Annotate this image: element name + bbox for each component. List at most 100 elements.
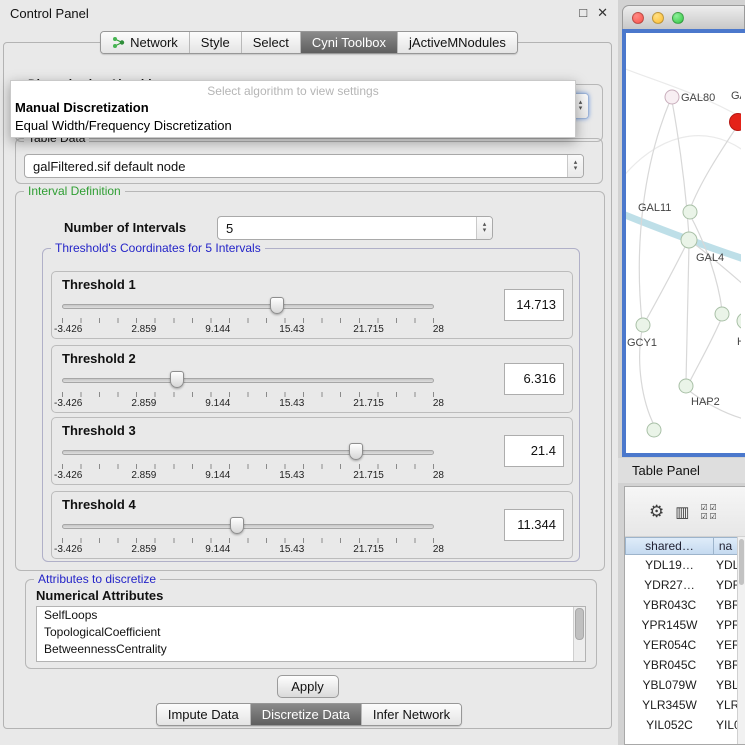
control-panel-titlebar[interactable]: Control Panel □ ✕ bbox=[0, 0, 618, 26]
cell[interactable]: YPR145W bbox=[625, 618, 714, 632]
node-gal4[interactable] bbox=[681, 232, 697, 248]
node-gcy1[interactable] bbox=[636, 318, 650, 332]
table-panel-titlebar[interactable]: Table Panel bbox=[618, 458, 745, 483]
slider-track[interactable] bbox=[62, 524, 434, 529]
scrollbar-thumb[interactable] bbox=[575, 608, 584, 640]
tab-select[interactable]: Select bbox=[241, 32, 300, 53]
cell[interactable]: YBL0 bbox=[714, 678, 738, 692]
node-label: GCY1 bbox=[627, 337, 657, 349]
scrollbar-thumb[interactable] bbox=[739, 539, 744, 585]
network-edges bbox=[639, 101, 741, 425]
cell[interactable]: YIL052C bbox=[625, 718, 714, 732]
cell[interactable]: YER0 bbox=[714, 638, 738, 652]
checkbox-icon: ☑ bbox=[700, 503, 709, 512]
close-button[interactable] bbox=[632, 12, 644, 24]
node-unlabeled[interactable] bbox=[715, 307, 729, 321]
threshold-value-field[interactable]: 6.316 bbox=[504, 363, 564, 395]
tab-impute-data[interactable]: Impute Data bbox=[157, 704, 250, 725]
slider-thumb[interactable] bbox=[270, 297, 284, 314]
threshold-slider[interactable] bbox=[62, 296, 434, 316]
dropdown-item-equal-width[interactable]: Equal Width/Frequency Discretization bbox=[11, 117, 575, 135]
cell[interactable]: YBL079W bbox=[625, 678, 714, 692]
slider-track[interactable] bbox=[62, 378, 434, 383]
network-canvas[interactable]: GAL80 GA GAL11 GAL4 GCY1 H HAP2 bbox=[622, 29, 745, 457]
cell[interactable]: YBR045C bbox=[625, 658, 714, 672]
table-scrollbar[interactable] bbox=[737, 537, 745, 744]
select-all-icon[interactable]: ☑ ☑ ☑ ☑ bbox=[700, 503, 718, 521]
column-header-name[interactable]: na bbox=[714, 537, 738, 555]
close-panel-icon[interactable]: ✕ bbox=[597, 5, 608, 21]
threshold-slider[interactable] bbox=[62, 516, 434, 536]
cell[interactable]: YIL0 bbox=[714, 718, 738, 732]
minimize-button[interactable] bbox=[652, 12, 664, 24]
tab-infer-network[interactable]: Infer Network bbox=[361, 704, 461, 725]
list-scrollbar[interactable] bbox=[573, 607, 585, 661]
threshold-value-field[interactable]: 21.4 bbox=[504, 435, 564, 467]
table-row[interactable]: YDR27…YDR2 bbox=[625, 575, 738, 595]
apply-button[interactable]: Apply bbox=[277, 675, 339, 698]
table-row[interactable]: YIL052CYIL0 bbox=[625, 715, 738, 735]
list-item[interactable]: SelfLoops bbox=[37, 607, 585, 624]
column-header-shared-name[interactable]: shared… bbox=[625, 537, 714, 555]
cell[interactable]: YDR27… bbox=[625, 578, 714, 592]
tab-jactivemnodules[interactable]: jActiveMNodules bbox=[397, 32, 517, 53]
node-gal11[interactable] bbox=[683, 205, 697, 219]
cell[interactable]: YDR2 bbox=[714, 578, 738, 592]
tab-network[interactable]: Network bbox=[101, 32, 189, 53]
cell[interactable]: YLR3 bbox=[714, 698, 738, 712]
table-row[interactable]: YBR043CYBR0 bbox=[625, 595, 738, 615]
table-row[interactable]: YPR145WYPR1 bbox=[625, 615, 738, 635]
threshold-panel: Threshold 3 -3.426 2.859 9.144 15.43 21.… bbox=[51, 417, 573, 485]
columns-icon[interactable]: ▥ bbox=[675, 503, 689, 521]
threshold-slider[interactable] bbox=[62, 442, 434, 462]
slider-track[interactable] bbox=[62, 450, 434, 455]
node-unlabeled[interactable] bbox=[647, 423, 661, 437]
tab-discretize-data[interactable]: Discretize Data bbox=[250, 704, 361, 725]
node-gal80[interactable] bbox=[665, 90, 679, 104]
slider-track[interactable] bbox=[62, 304, 434, 309]
table-row[interactable]: YDL19…YDL1 bbox=[625, 555, 738, 575]
threshold-slider[interactable] bbox=[62, 370, 434, 390]
slider-scale: -3.426 2.859 9.144 15.43 21.715 28 bbox=[54, 324, 444, 335]
cell[interactable]: YDL1 bbox=[714, 558, 738, 572]
cell[interactable]: YBR0 bbox=[714, 658, 738, 672]
table-row[interactable]: YLR345WYLR3 bbox=[625, 695, 738, 715]
node-unlabeled[interactable] bbox=[737, 313, 741, 329]
table-row[interactable]: YBL079WYBL0 bbox=[625, 675, 738, 695]
cell[interactable]: YLR345W bbox=[625, 698, 714, 712]
list-item[interactable]: TopologicalCoefficient bbox=[37, 624, 585, 641]
float-window-icon[interactable]: □ bbox=[579, 5, 587, 21]
node-selected-red[interactable] bbox=[730, 114, 742, 131]
slider-thumb[interactable] bbox=[349, 443, 363, 460]
num-intervals-select[interactable]: 5 ▴ ▾ bbox=[217, 216, 493, 240]
stepper-icon[interactable]: ▴ ▾ bbox=[567, 155, 583, 177]
cell[interactable]: YPR1 bbox=[714, 618, 738, 632]
tab-cyni-toolbox[interactable]: Cyni Toolbox bbox=[300, 32, 397, 53]
slider-thumb[interactable] bbox=[170, 371, 184, 388]
control-panel: Control Panel □ ✕ Discretization Algorit… bbox=[0, 0, 618, 745]
threshold-value-field[interactable]: 14.713 bbox=[504, 289, 564, 321]
zoom-button[interactable] bbox=[672, 12, 684, 24]
scale-label: 15.43 bbox=[279, 324, 304, 335]
cell[interactable]: YBR043C bbox=[625, 598, 714, 612]
cell[interactable]: YBR0 bbox=[714, 598, 738, 612]
cell[interactable]: YER054C bbox=[625, 638, 714, 652]
list-item[interactable]: BetweennessCentrality bbox=[37, 641, 585, 658]
table-row[interactable]: YER054CYER0 bbox=[625, 635, 738, 655]
threshold-panel: Threshold 2 -3.426 2.859 9.144 15.43 21.… bbox=[51, 345, 573, 413]
stepper-icon[interactable]: ▴ ▾ bbox=[476, 217, 492, 239]
network-window-titlebar[interactable] bbox=[622, 5, 745, 29]
slider-ticks bbox=[62, 538, 434, 543]
threshold-value-field[interactable]: 11.344 bbox=[504, 509, 564, 541]
checkbox-icon: ☑ bbox=[709, 503, 718, 512]
dropdown-item-manual-discretization[interactable]: Manual Discretization bbox=[11, 99, 575, 117]
table-row[interactable]: YBR045CYBR0 bbox=[625, 655, 738, 675]
table-data-select[interactable]: galFiltered.sif default node ▴ ▾ bbox=[24, 154, 584, 178]
cell[interactable]: YDL19… bbox=[625, 558, 714, 572]
gear-icon[interactable]: ⚙ bbox=[649, 502, 664, 522]
scale-label: 9.144 bbox=[205, 470, 230, 481]
scale-label: 28 bbox=[433, 398, 444, 409]
slider-thumb[interactable] bbox=[230, 517, 244, 534]
node-hap2[interactable] bbox=[679, 379, 693, 393]
tab-style[interactable]: Style bbox=[189, 32, 241, 53]
